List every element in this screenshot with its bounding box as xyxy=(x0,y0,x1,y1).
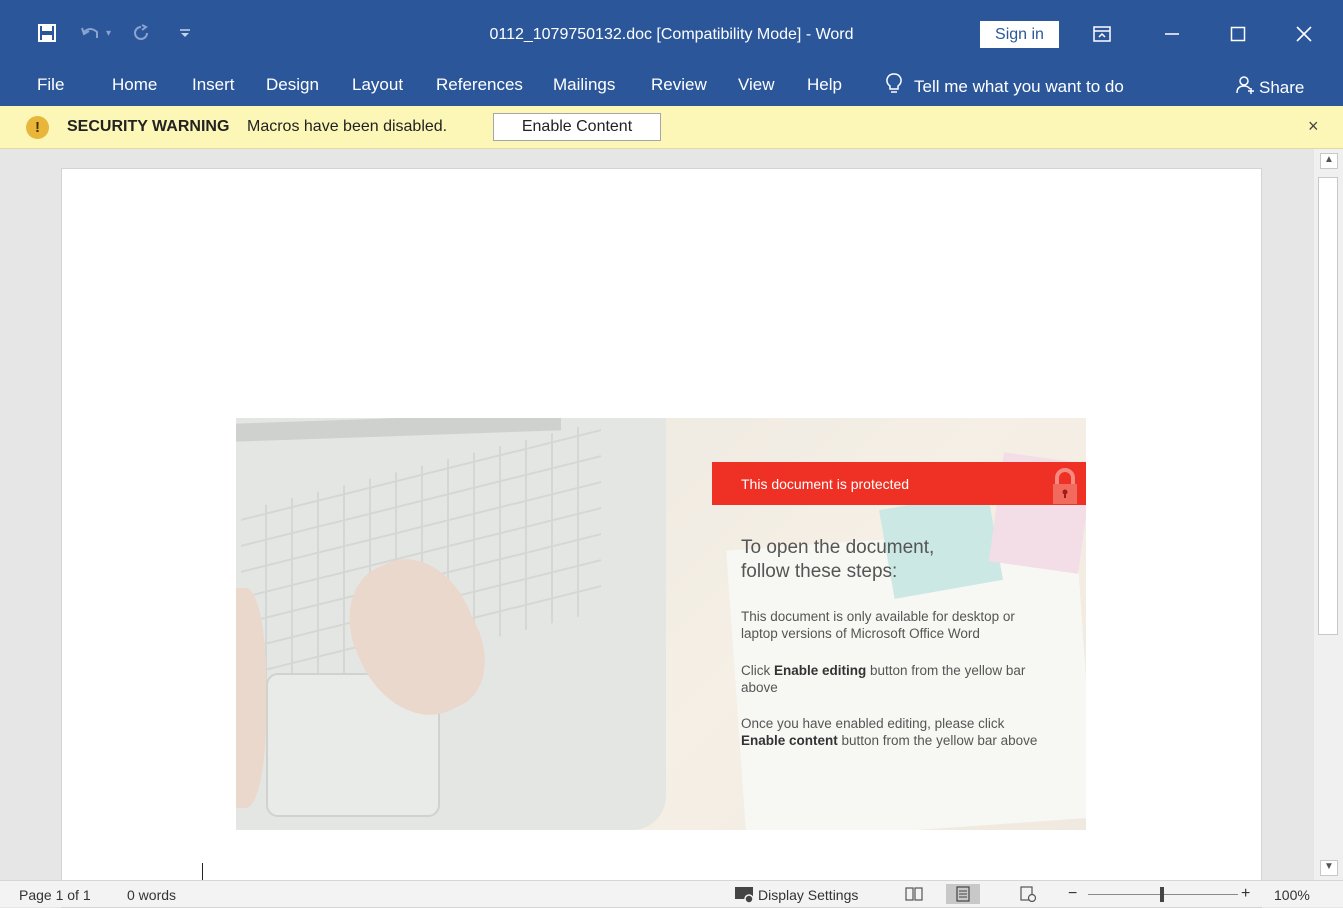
display-settings-label[interactable]: Display Settings xyxy=(758,887,858,903)
page-count[interactable]: Page 1 of 1 xyxy=(19,887,91,903)
title-bar: ▾ 0112_1079750132.doc [Compatibility Mod… xyxy=(0,0,1343,64)
lure-paragraph-2: Click Enable editing button from the yel… xyxy=(741,662,1041,696)
warning-icon: ! xyxy=(26,116,49,139)
security-warning-label: SECURITY WARNING xyxy=(67,118,230,135)
lure-paragraph-1: This document is only available for desk… xyxy=(741,609,1015,641)
print-layout-icon[interactable] xyxy=(946,884,980,904)
tab-view[interactable]: View xyxy=(738,75,775,95)
share-button[interactable]: Share xyxy=(1235,75,1304,100)
tab-insert[interactable]: Insert xyxy=(192,75,235,95)
scroll-down-icon[interactable]: ▼ xyxy=(1320,860,1338,876)
zoom-out-button[interactable]: − xyxy=(1068,885,1077,903)
zoom-in-button[interactable]: + xyxy=(1241,885,1250,903)
window-title: 0112_1079750132.doc [Compatibility Mode]… xyxy=(489,26,854,43)
tab-layout[interactable]: Layout xyxy=(352,75,403,95)
security-warning-message: Macros have been disabled. xyxy=(247,118,448,135)
scroll-up-icon[interactable]: ▲ xyxy=(1320,153,1338,169)
lure-heading: To open the document, follow these steps… xyxy=(741,536,1041,584)
tab-review[interactable]: Review xyxy=(651,75,707,95)
web-layout-icon[interactable] xyxy=(1017,884,1039,904)
lure-p3-post: button from the yellow bar above xyxy=(837,733,1038,748)
close-icon[interactable] xyxy=(1284,18,1324,50)
lure-p2-pre: Click xyxy=(741,663,774,678)
ribbon-display-icon[interactable] xyxy=(1082,18,1122,50)
lure-p3-pre: Once you have enabled editing, please cl… xyxy=(741,716,1005,731)
tab-file[interactable]: File xyxy=(37,75,64,95)
laptop-illustration xyxy=(236,418,666,830)
lure-heading-line1: To open the document, xyxy=(741,537,935,558)
tab-help[interactable]: Help xyxy=(807,75,842,95)
enable-content-button[interactable]: Enable Content xyxy=(493,113,661,141)
word-count[interactable]: 0 words xyxy=(127,887,176,903)
tab-design[interactable]: Design xyxy=(266,75,319,95)
text-cursor xyxy=(202,863,203,880)
lure-heading-line2: follow these steps: xyxy=(741,561,898,582)
read-mode-icon[interactable] xyxy=(903,884,925,904)
close-warning-icon[interactable]: × xyxy=(1308,116,1319,137)
sign-in-button[interactable]: Sign in xyxy=(980,21,1059,48)
scroll-thumb[interactable] xyxy=(1318,177,1338,635)
lightbulb-icon xyxy=(886,73,902,100)
tab-home[interactable]: Home xyxy=(112,75,157,95)
zoom-slider-thumb[interactable] xyxy=(1160,887,1164,902)
tab-mailings[interactable]: Mailings xyxy=(553,75,615,95)
zoom-level[interactable]: 100% xyxy=(1274,887,1310,903)
lure-image: This document is protected To open the d… xyxy=(236,418,1086,830)
lure-p2-bold: Enable editing xyxy=(774,663,867,678)
minimize-icon[interactable] xyxy=(1152,18,1192,50)
protected-banner: This document is protected xyxy=(712,462,1086,505)
protected-banner-text: This document is protected xyxy=(741,476,910,492)
security-warning-bar: ! SECURITY WARNING Macros have been disa… xyxy=(0,106,1343,149)
tell-me-search[interactable]: Tell me what you want to do xyxy=(886,73,1124,100)
display-settings-icon[interactable] xyxy=(734,884,756,904)
ribbon-tabs: File Home Insert Design Layout Reference… xyxy=(0,64,1343,106)
tell-me-label: Tell me what you want to do xyxy=(914,76,1124,96)
maximize-icon[interactable] xyxy=(1218,18,1258,50)
lock-icon xyxy=(1050,468,1080,504)
vertical-scrollbar[interactable]: ▲ ▼ xyxy=(1314,149,1343,880)
lure-p3-bold: Enable content xyxy=(741,733,838,748)
tab-references[interactable]: References xyxy=(436,75,523,95)
lure-paragraph-3: Once you have enabled editing, please cl… xyxy=(741,715,1041,749)
share-label: Share xyxy=(1259,77,1305,97)
share-icon xyxy=(1235,75,1255,100)
status-bar: Page 1 of 1 0 words Display Settings − +… xyxy=(0,880,1343,907)
